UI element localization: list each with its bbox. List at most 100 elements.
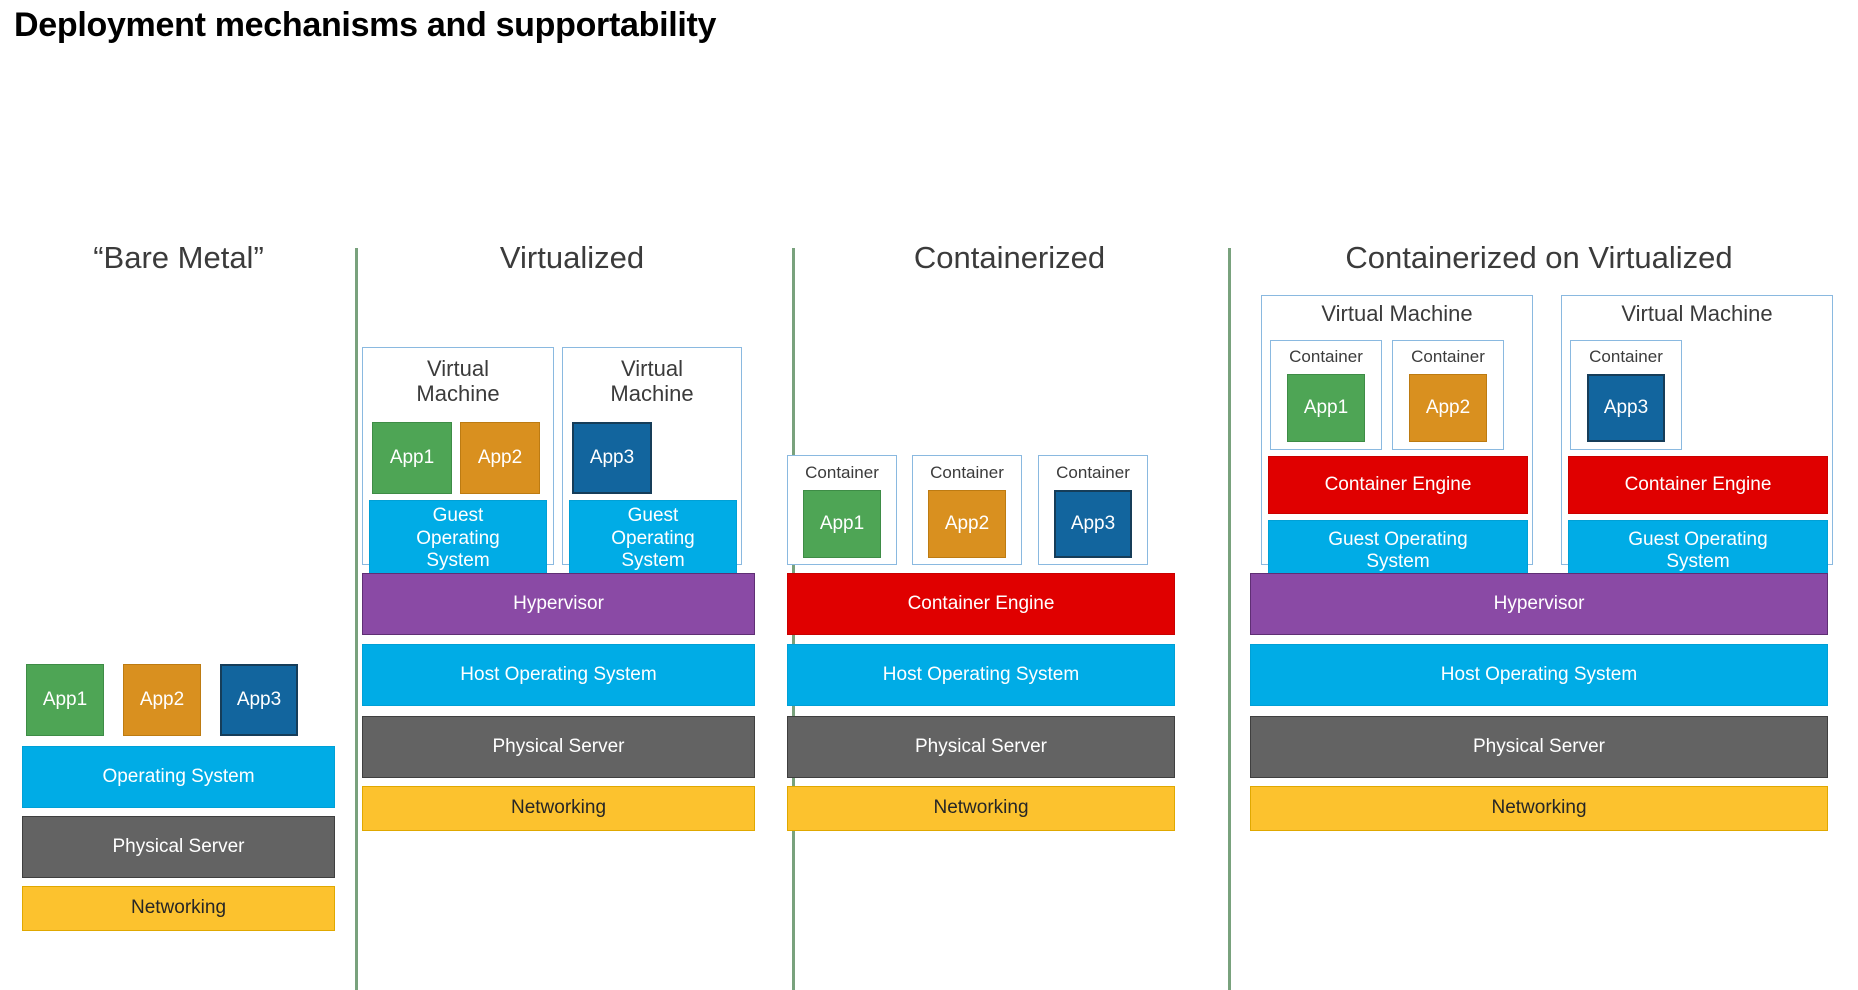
virtual-machine-box-2: Virtual Machine App3 Guest Operating Sys… bbox=[562, 347, 742, 578]
bar-label: Container Engine bbox=[1624, 473, 1772, 495]
app-box-app2: App2 bbox=[460, 422, 540, 494]
container-label: Container bbox=[1411, 347, 1485, 366]
app-label: App1 bbox=[389, 447, 435, 468]
column-bare-metal: “Bare Metal” App1 App2 App3 Operating Sy… bbox=[22, 240, 335, 990]
bar-physical-server: Physical Server bbox=[1250, 716, 1828, 778]
bar-label: Physical Server bbox=[492, 735, 625, 757]
column-divider-1 bbox=[355, 248, 358, 990]
virtual-machine-label: Virtual Machine bbox=[610, 356, 694, 406]
bar-host-operating-system: Host Operating System bbox=[362, 644, 755, 706]
bar-label: Hypervisor bbox=[513, 592, 604, 614]
container-label: Container bbox=[1056, 463, 1130, 482]
bar-networking: Networking bbox=[362, 786, 755, 831]
container-box-2: Container App2 bbox=[912, 455, 1022, 565]
bar-container-engine: Container Engine bbox=[787, 573, 1175, 635]
app-box-app3: App3 bbox=[1587, 374, 1665, 442]
bar-label-line: Guest bbox=[432, 505, 484, 527]
column-header-virtualized: Virtualized bbox=[499, 240, 645, 275]
bar-host-operating-system: Host Operating System bbox=[787, 644, 1175, 706]
app-box-app1: App1 bbox=[26, 664, 104, 736]
app-label: App3 bbox=[1070, 513, 1116, 534]
virtual-machine-label: Virtual Machine bbox=[416, 356, 500, 406]
bar-label: Hypervisor bbox=[1493, 592, 1585, 614]
bar-container-engine: Container Engine bbox=[1568, 456, 1828, 514]
app-box-app1: App1 bbox=[803, 490, 881, 558]
container-label: Container bbox=[805, 463, 879, 482]
bar-networking: Networking bbox=[787, 786, 1175, 831]
app-label: App3 bbox=[1603, 397, 1649, 418]
bar-label-line: System bbox=[621, 550, 685, 572]
container-box-2: Container App2 bbox=[1392, 340, 1504, 450]
app-label: App3 bbox=[236, 689, 282, 710]
app-box-app2: App2 bbox=[123, 664, 201, 736]
app-box-app3: App3 bbox=[220, 664, 298, 736]
bar-physical-server: Physical Server bbox=[362, 716, 755, 778]
bar-label-line: Operating bbox=[416, 527, 500, 549]
bar-label: Host Operating System bbox=[882, 663, 1080, 685]
bar-label: Physical Server bbox=[1473, 735, 1605, 757]
bar-container-engine: Container Engine bbox=[1268, 456, 1528, 514]
bar-label-line: Guest bbox=[627, 505, 679, 527]
column-divider-3 bbox=[1228, 248, 1231, 990]
bar-label: Operating System bbox=[102, 765, 255, 787]
container-box-1: Container App3 bbox=[1570, 340, 1682, 450]
bar-hypervisor: Hypervisor bbox=[362, 573, 755, 635]
app-label: App2 bbox=[944, 513, 990, 534]
app-label: App2 bbox=[1425, 397, 1471, 418]
bar-label: Host Operating System bbox=[1440, 663, 1638, 685]
container-box-1: Container App1 bbox=[787, 455, 897, 565]
column-virtualized: Virtualized Virtual Machine App1 App2 Gu… bbox=[362, 240, 770, 990]
container-label: Container bbox=[1589, 347, 1663, 366]
column-containerized-on-virtualized: Containerized on Virtualized Virtual Mac… bbox=[1250, 240, 1833, 990]
app-box-app2: App2 bbox=[928, 490, 1006, 558]
app-box-app3: App3 bbox=[1054, 490, 1132, 558]
bar-guest-operating-system: Guest Operating System bbox=[369, 500, 547, 578]
container-label: Container bbox=[930, 463, 1004, 482]
bar-networking: Networking bbox=[1250, 786, 1828, 831]
container-label: Container bbox=[1289, 347, 1363, 366]
container-box-3: Container App3 bbox=[1038, 455, 1148, 565]
bar-label: Networking bbox=[1491, 797, 1587, 819]
bar-label-line: Guest Operating bbox=[1628, 528, 1768, 550]
bar-operating-system: Operating System bbox=[22, 746, 335, 808]
virtual-machine-label: Virtual Machine bbox=[1621, 301, 1773, 326]
app-label: App3 bbox=[589, 447, 635, 468]
app-label: App2 bbox=[477, 447, 523, 468]
bar-physical-server: Physical Server bbox=[787, 716, 1175, 778]
virtual-machine-box-1: Virtual Machine Container App1 Container… bbox=[1261, 295, 1533, 582]
app-box-app1: App1 bbox=[1287, 374, 1365, 442]
bar-host-operating-system: Host Operating System bbox=[1250, 644, 1828, 706]
bar-label: Physical Server bbox=[112, 835, 245, 857]
bar-label: Physical Server bbox=[915, 735, 1047, 757]
column-header-bare-metal: “Bare Metal” bbox=[93, 240, 264, 275]
column-header-containerized-on-virtualized: Containerized on Virtualized bbox=[1345, 240, 1733, 275]
virtual-machine-label: Virtual Machine bbox=[1321, 301, 1473, 326]
column-containerized: Containerized Container App1 Container A… bbox=[787, 240, 1207, 990]
bar-guest-operating-system: Guest Operating System bbox=[569, 500, 737, 578]
bar-label: Host Operating System bbox=[460, 663, 657, 685]
virtual-machine-box-2: Virtual Machine Container App3 Container… bbox=[1561, 295, 1833, 582]
virtual-machine-box-1: Virtual Machine App1 App2 Guest Operatin… bbox=[362, 347, 554, 578]
bar-physical-server: Physical Server bbox=[22, 816, 335, 878]
page-title: Deployment mechanisms and supportability bbox=[14, 6, 717, 44]
app-label: App1 bbox=[42, 689, 88, 710]
bar-label-line: System bbox=[1366, 551, 1430, 572]
bar-hypervisor: Hypervisor bbox=[1250, 573, 1828, 635]
bar-networking: Networking bbox=[22, 886, 335, 931]
bar-label: Container Engine bbox=[907, 592, 1055, 614]
app-label: App2 bbox=[139, 689, 185, 710]
app-box-app1: App1 bbox=[372, 422, 452, 494]
bar-label: Container Engine bbox=[1324, 473, 1472, 495]
bar-label: Networking bbox=[933, 797, 1029, 819]
app-label: App1 bbox=[819, 513, 865, 534]
bar-label-line: System bbox=[1666, 551, 1730, 572]
column-header-containerized: Containerized bbox=[913, 240, 1106, 275]
app-label: App1 bbox=[1303, 397, 1349, 418]
bar-label: Networking bbox=[130, 897, 227, 919]
container-box-1: Container App1 bbox=[1270, 340, 1382, 450]
app-box-app3: App3 bbox=[572, 422, 652, 494]
bar-label: Networking bbox=[510, 797, 607, 819]
bar-label-line: Operating bbox=[611, 527, 695, 549]
bar-label-line: System bbox=[426, 550, 490, 572]
app-box-app2: App2 bbox=[1409, 374, 1487, 442]
